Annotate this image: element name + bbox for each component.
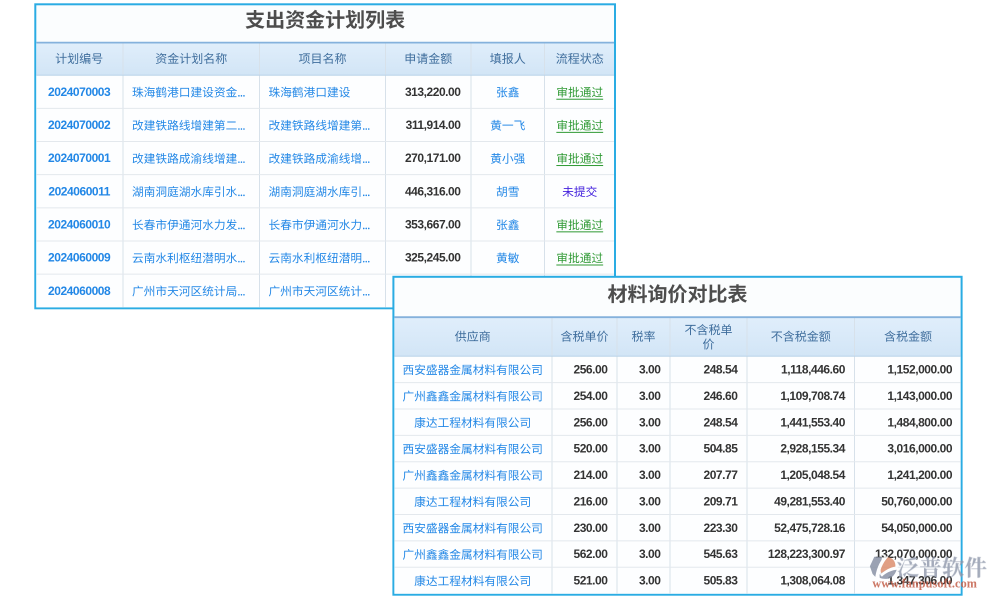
- svg-text:1,241,200.00: 1,241,200.00: [887, 468, 952, 482]
- svg-text:521.00: 521.00: [573, 574, 608, 588]
- svg-text:520.00: 520.00: [573, 442, 608, 456]
- svg-text:216.00: 216.00: [573, 494, 608, 508]
- svg-text:207.77: 207.77: [703, 468, 738, 482]
- svg-text:1,152,000.00: 1,152,000.00: [887, 362, 952, 376]
- svg-text:49,281,553.40: 49,281,553.40: [774, 494, 846, 508]
- svg-text:246.60: 246.60: [703, 389, 738, 403]
- svg-text:50,760,000.00: 50,760,000.00: [881, 494, 953, 508]
- svg-text:254.00: 254.00: [573, 389, 608, 403]
- svg-text:256.00: 256.00: [573, 415, 608, 429]
- svg-text:270,171.00: 270,171.00: [405, 151, 461, 165]
- svg-text:3.00: 3.00: [639, 521, 661, 535]
- svg-text:3.00: 3.00: [639, 547, 661, 561]
- svg-text:446,316.00: 446,316.00: [405, 184, 461, 198]
- svg-text:3,016,000.00: 3,016,000.00: [887, 442, 952, 456]
- svg-text:1,308,064.08: 1,308,064.08: [780, 574, 845, 588]
- svg-text:3.00: 3.00: [639, 574, 661, 588]
- svg-text:3.00: 3.00: [639, 468, 661, 482]
- svg-text:2024060009: 2024060009: [48, 251, 111, 265]
- svg-text:1,484,800.00: 1,484,800.00: [887, 415, 952, 429]
- svg-text:3.00: 3.00: [639, 442, 661, 456]
- svg-text:2,928,155.34: 2,928,155.34: [780, 442, 845, 456]
- svg-text:256.00: 256.00: [573, 362, 608, 376]
- svg-text:1,143,000.00: 1,143,000.00: [887, 389, 952, 403]
- svg-text:248.54: 248.54: [703, 362, 738, 376]
- svg-text:545.63: 545.63: [703, 547, 738, 561]
- svg-text:504.85: 504.85: [703, 442, 738, 456]
- svg-text:2024070002: 2024070002: [48, 118, 111, 132]
- svg-text:3.00: 3.00: [639, 389, 661, 403]
- svg-text:1,205,048.54: 1,205,048.54: [780, 468, 845, 482]
- svg-text:230.00: 230.00: [573, 521, 608, 535]
- svg-text:1,109,708.74: 1,109,708.74: [780, 389, 845, 403]
- svg-text:505.83: 505.83: [703, 574, 738, 588]
- svg-text:2024060010: 2024060010: [48, 218, 111, 232]
- svg-text:54,050,000.00: 54,050,000.00: [881, 521, 953, 535]
- svg-text:214.00: 214.00: [573, 468, 608, 482]
- svg-text:2024060008: 2024060008: [48, 284, 111, 298]
- svg-text:325,245.00: 325,245.00: [405, 251, 461, 265]
- svg-text:3.00: 3.00: [639, 362, 661, 376]
- svg-text:313,220.00: 313,220.00: [405, 85, 461, 99]
- svg-text:311,914.00: 311,914.00: [406, 118, 462, 132]
- svg-text:2024070003: 2024070003: [48, 85, 111, 99]
- svg-text:2024060011: 2024060011: [48, 184, 110, 198]
- svg-text:52,475,728.16: 52,475,728.16: [774, 521, 846, 535]
- svg-text:248.54: 248.54: [703, 415, 738, 429]
- svg-text:2024070001: 2024070001: [48, 151, 111, 165]
- svg-text:128,223,300.97: 128,223,300.97: [768, 547, 846, 561]
- svg-text:209.71: 209.71: [703, 494, 738, 508]
- svg-text:562.00: 562.00: [573, 547, 608, 561]
- svg-text:3.00: 3.00: [639, 415, 661, 429]
- svg-text:1,118,446.60: 1,118,446.60: [781, 362, 846, 376]
- svg-text:3.00: 3.00: [639, 494, 661, 508]
- svg-text:1,441,553.40: 1,441,553.40: [780, 415, 845, 429]
- svg-text:www.fanpusoft.com: www.fanpusoft.com: [872, 576, 977, 590]
- svg-text:223.30: 223.30: [703, 521, 738, 535]
- svg-text:353,667.00: 353,667.00: [405, 218, 461, 232]
